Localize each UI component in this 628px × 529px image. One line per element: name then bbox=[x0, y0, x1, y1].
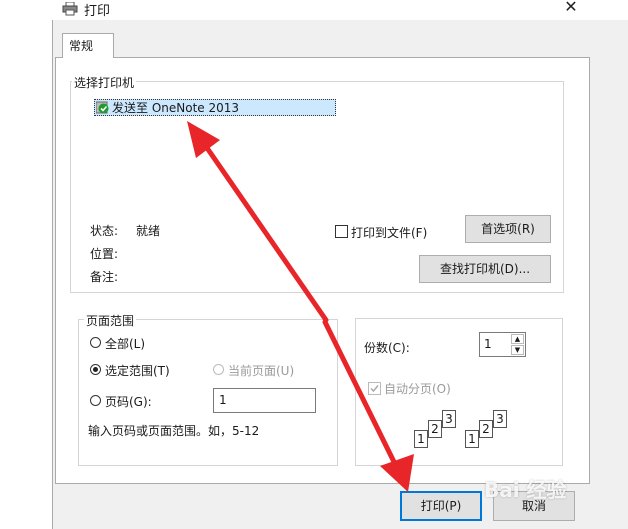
arrow-head-up-icon bbox=[187, 121, 220, 158]
arrow-to-print-button bbox=[322, 319, 400, 471]
tab-general-label: 常规 bbox=[69, 39, 94, 53]
arrow-head-down-icon bbox=[380, 454, 414, 492]
tab-general[interactable]: 常规 bbox=[62, 33, 114, 58]
annotation-arrows bbox=[187, 121, 414, 492]
arrow-to-printer bbox=[202, 142, 329, 323]
